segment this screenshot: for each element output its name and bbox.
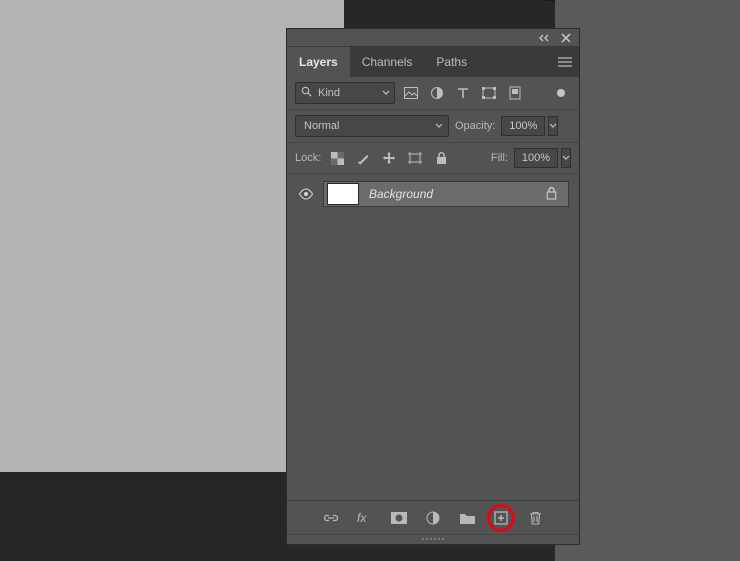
lock-all-icon[interactable] <box>431 148 451 168</box>
layer-effects-icon[interactable]: fx <box>355 508 375 528</box>
tabs-row: Layers Channels Paths <box>287 47 579 77</box>
panel-footer: fx <box>287 500 579 534</box>
layer-body[interactable]: Background <box>323 181 569 207</box>
filter-row: Kind <box>287 77 579 110</box>
search-icon <box>301 86 312 100</box>
panel-menu-icon[interactable] <box>555 47 575 77</box>
layer-lock-icon[interactable] <box>546 187 560 201</box>
lock-label: Lock: <box>295 152 321 164</box>
filter-pixel-icon[interactable] <box>401 83 421 103</box>
filter-toggle-dot[interactable] <box>551 83 571 103</box>
fill-label: Fill: <box>491 152 508 164</box>
filter-value: Kind <box>318 87 340 99</box>
lock-transparency-icon[interactable] <box>327 148 347 168</box>
opacity-label: Opacity: <box>455 120 495 132</box>
filter-smart-icon[interactable] <box>505 83 525 103</box>
fill-input[interactable]: 100% <box>514 148 558 168</box>
fill-dropdown[interactable] <box>561 148 571 168</box>
tab-label: Channels <box>362 55 413 69</box>
filter-adjustment-icon[interactable] <box>427 83 447 103</box>
svg-text:fx: fx <box>357 511 367 525</box>
tab-paths[interactable]: Paths <box>424 47 479 77</box>
new-group-icon[interactable] <box>457 508 477 528</box>
layers-panel: Layers Channels Paths Kind Normal Opa <box>286 28 580 545</box>
tab-label: Layers <box>299 55 338 69</box>
layer-row[interactable]: Background <box>287 180 579 208</box>
blend-mode-value: Normal <box>304 120 339 132</box>
layer-name[interactable]: Background <box>369 187 536 201</box>
filter-type-icon[interactable] <box>453 83 473 103</box>
chevron-down-icon <box>435 120 443 132</box>
link-layers-icon[interactable] <box>321 508 341 528</box>
lock-artboard-icon[interactable] <box>405 148 425 168</box>
delete-layer-icon[interactable] <box>525 508 545 528</box>
blend-row: Normal Opacity: 100% <box>287 110 579 143</box>
collapse-panel-icon[interactable] <box>537 31 551 45</box>
panel-titlebar <box>287 29 579 47</box>
tab-channels[interactable]: Channels <box>350 47 425 77</box>
layer-thumbnail[interactable] <box>327 183 359 205</box>
opacity-dropdown[interactable] <box>548 116 558 136</box>
lock-pixels-icon[interactable] <box>353 148 373 168</box>
filter-type-select[interactable]: Kind <box>295 82 395 104</box>
panel-resize-handle[interactable] <box>287 534 579 544</box>
lock-row: Lock: Fill: 100% <box>287 143 579 174</box>
chevron-down-icon <box>382 87 390 99</box>
adjustment-layer-icon[interactable] <box>423 508 443 528</box>
opacity-input[interactable]: 100% <box>501 116 545 136</box>
workspace-right-strip <box>555 0 740 561</box>
highlight-circle <box>487 504 515 532</box>
filter-shape-icon[interactable] <box>479 83 499 103</box>
tab-label: Paths <box>436 55 467 69</box>
visibility-toggle-icon[interactable] <box>297 185 315 203</box>
close-panel-icon[interactable] <box>559 31 573 45</box>
blend-mode-select[interactable]: Normal <box>295 115 449 137</box>
new-layer-icon[interactable] <box>491 508 511 528</box>
opacity-value: 100% <box>509 120 537 132</box>
layer-mask-icon[interactable] <box>389 508 409 528</box>
tab-layers[interactable]: Layers <box>287 47 350 77</box>
layers-list[interactable]: Background <box>287 174 579 500</box>
lock-position-icon[interactable] <box>379 148 399 168</box>
fill-value: 100% <box>522 152 550 164</box>
